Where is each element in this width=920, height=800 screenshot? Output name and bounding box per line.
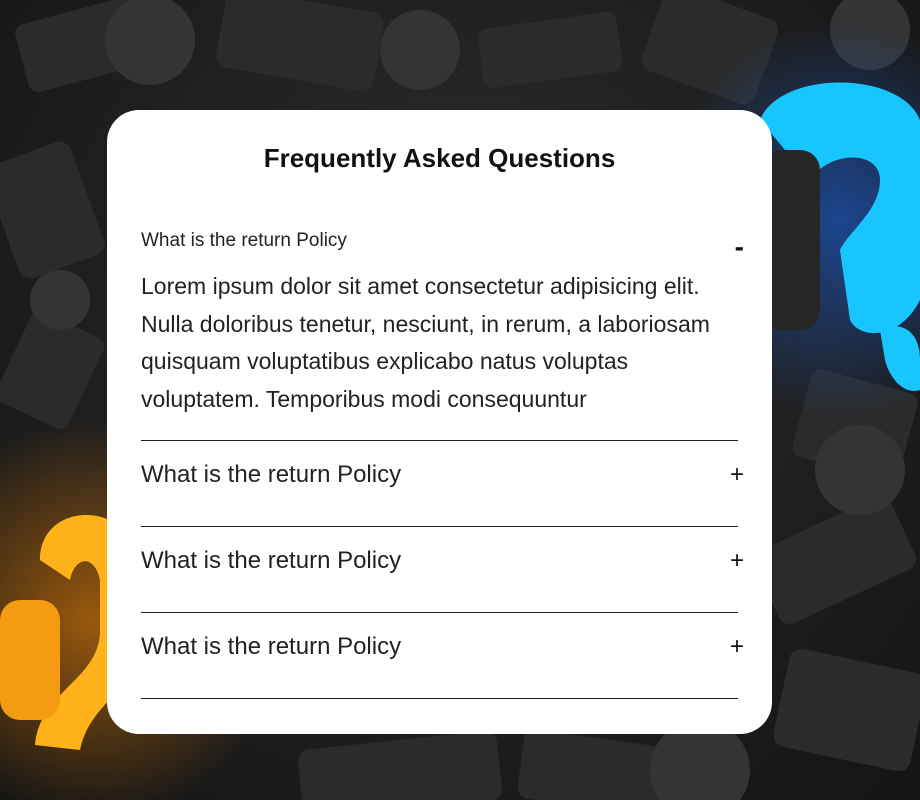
faq-question[interactable]: What is the return Policy xyxy=(141,633,401,661)
collapse-toggle-button[interactable]: - xyxy=(735,232,744,262)
faq-item-2[interactable]: What is the return Policy + xyxy=(141,441,744,527)
faq-question[interactable]: What is the return Policy xyxy=(141,547,401,575)
faq-list: What is the return Policy - Lorem ipsum … xyxy=(141,218,744,699)
faq-item-1[interactable]: What is the return Policy - Lorem ipsum … xyxy=(141,218,744,441)
expand-toggle-button[interactable]: + xyxy=(730,633,744,661)
page-title: Frequently Asked Questions xyxy=(263,143,616,173)
faq-answer: Lorem ipsum dolor sit amet consectetur a… xyxy=(141,273,710,412)
faq-question[interactable]: What is the return Policy xyxy=(141,230,347,252)
expand-toggle-button[interactable]: + xyxy=(730,547,744,575)
expand-toggle-button[interactable]: + xyxy=(730,461,744,489)
faq-item-3[interactable]: What is the return Policy + xyxy=(141,527,744,613)
faq-card: Frequently Asked Questions What is the r… xyxy=(107,110,772,734)
faq-question[interactable]: What is the return Policy xyxy=(141,461,401,489)
faq-item-4[interactable]: What is the return Policy + xyxy=(141,613,744,699)
